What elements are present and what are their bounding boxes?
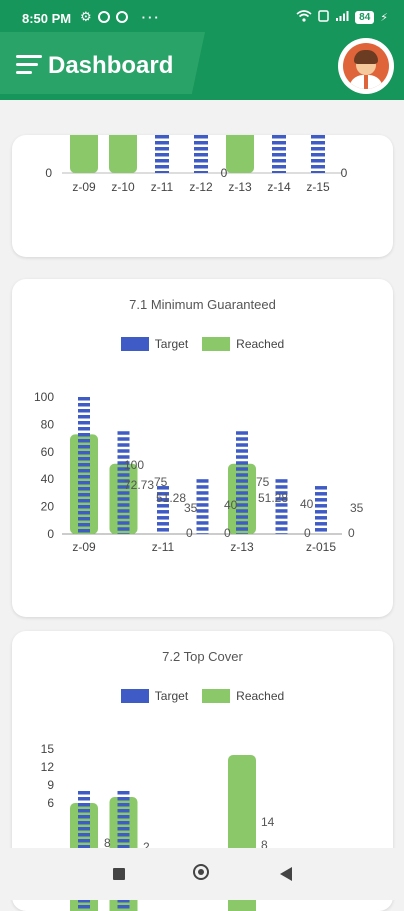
y-tick-label: 0 xyxy=(45,166,52,180)
avatar[interactable] xyxy=(338,38,394,94)
bar-target xyxy=(311,135,325,173)
data-label: 75 xyxy=(256,475,270,489)
data-label: 40 xyxy=(300,497,314,511)
x-tick-label: z-09 xyxy=(72,180,96,194)
x-tick-label: z-11 xyxy=(151,180,174,194)
bar-target xyxy=(155,135,169,173)
status-right-icons: 84 ⚡ xyxy=(296,10,388,25)
y-tick-label: 9 xyxy=(47,778,54,792)
bar-target xyxy=(194,135,208,173)
data-label: 40 xyxy=(224,498,238,512)
y-tick-label: 0 xyxy=(47,527,54,541)
data-label: 35 xyxy=(184,501,198,515)
back-button[interactable] xyxy=(280,867,292,881)
bar-target xyxy=(272,135,286,173)
recents-button[interactable] xyxy=(113,868,125,880)
data-label: 0 xyxy=(341,166,348,180)
status-icons: ⚙ ··· xyxy=(80,9,161,25)
app-bar: 8:50 PM ⚙ ··· 84 ⚡ Dashboard xyxy=(0,0,404,100)
chart-2: 020406080100z-09 z-11 z-13 z-01510072.73 755… xyxy=(34,390,364,554)
notification-icon xyxy=(97,11,110,23)
y-tick-label: 20 xyxy=(41,500,55,514)
data-label: 0 xyxy=(304,526,311,540)
bar-target xyxy=(78,397,90,533)
x-tick-label: z-13 xyxy=(230,540,254,554)
y-tick-label: 6 xyxy=(47,796,54,810)
bar-target xyxy=(275,479,288,534)
bar-reached xyxy=(109,135,137,173)
x-tick-label: z-015 xyxy=(306,540,336,554)
bar-target xyxy=(236,431,248,534)
data-label: 0 xyxy=(224,526,231,540)
data-label: 75 xyxy=(154,475,168,489)
home-button[interactable] xyxy=(193,864,209,880)
x-tick-label: z-12 xyxy=(189,180,213,194)
chart-1: 0 z-09 z-10 z-11 z-12 z-13 z-14 z-15 0 0 xyxy=(45,135,348,194)
x-tick-label: z-11 xyxy=(152,540,175,554)
wifi-icon xyxy=(296,10,312,25)
sim-icon xyxy=(318,10,329,25)
bar-reached xyxy=(70,135,98,173)
charging-icon: ⚡ xyxy=(380,12,388,24)
y-tick-label: 40 xyxy=(41,472,55,486)
chart-card-1: 0 z-09 z-10 z-11 z-12 z-13 z-14 z-15 0 0 xyxy=(12,135,393,257)
data-label: 35 xyxy=(350,501,364,515)
gear-icon: ⚙ xyxy=(80,9,92,24)
signal-icon xyxy=(335,10,349,25)
system-navigation-bar xyxy=(0,848,404,900)
x-tick-label: z-14 xyxy=(267,180,291,194)
data-label: 72.73 xyxy=(124,478,154,492)
bar-target xyxy=(196,479,209,534)
data-label: 0 xyxy=(221,166,228,180)
chart-card-minimum-guaranteed: 7.1 Minimum Guaranteed Target Reached 02… xyxy=(12,279,393,617)
y-tick-label: 15 xyxy=(41,742,55,756)
x-tick-label: z-15 xyxy=(306,180,330,194)
data-label: 51.28 xyxy=(156,491,186,505)
data-label: 0 xyxy=(186,526,193,540)
page-title: Dashboard xyxy=(48,52,174,79)
hamburger-menu-icon[interactable] xyxy=(16,55,42,74)
status-bar: 8:50 PM ⚙ ··· 84 ⚡ xyxy=(0,0,404,36)
y-tick-label: 12 xyxy=(41,760,55,774)
x-tick-label: z-09 xyxy=(72,540,96,554)
y-tick-label: 100 xyxy=(34,390,54,404)
notification-icon-2 xyxy=(115,11,128,23)
x-tick-label: z-10 xyxy=(111,180,135,194)
status-time: 8:50 PM xyxy=(22,11,72,26)
data-label: 51.28 xyxy=(258,491,288,505)
data-label: 0 xyxy=(348,526,355,540)
y-tick-label: 60 xyxy=(41,445,55,459)
x-tick-label: z-13 xyxy=(228,180,252,194)
data-label: 14 xyxy=(261,815,275,829)
more-dots: ··· xyxy=(141,9,161,25)
bar-reached xyxy=(226,135,254,173)
bar-target xyxy=(315,486,327,532)
y-tick-label: 80 xyxy=(41,417,55,431)
data-label: 100 xyxy=(124,458,144,472)
battery-icon: 84 xyxy=(355,11,375,24)
